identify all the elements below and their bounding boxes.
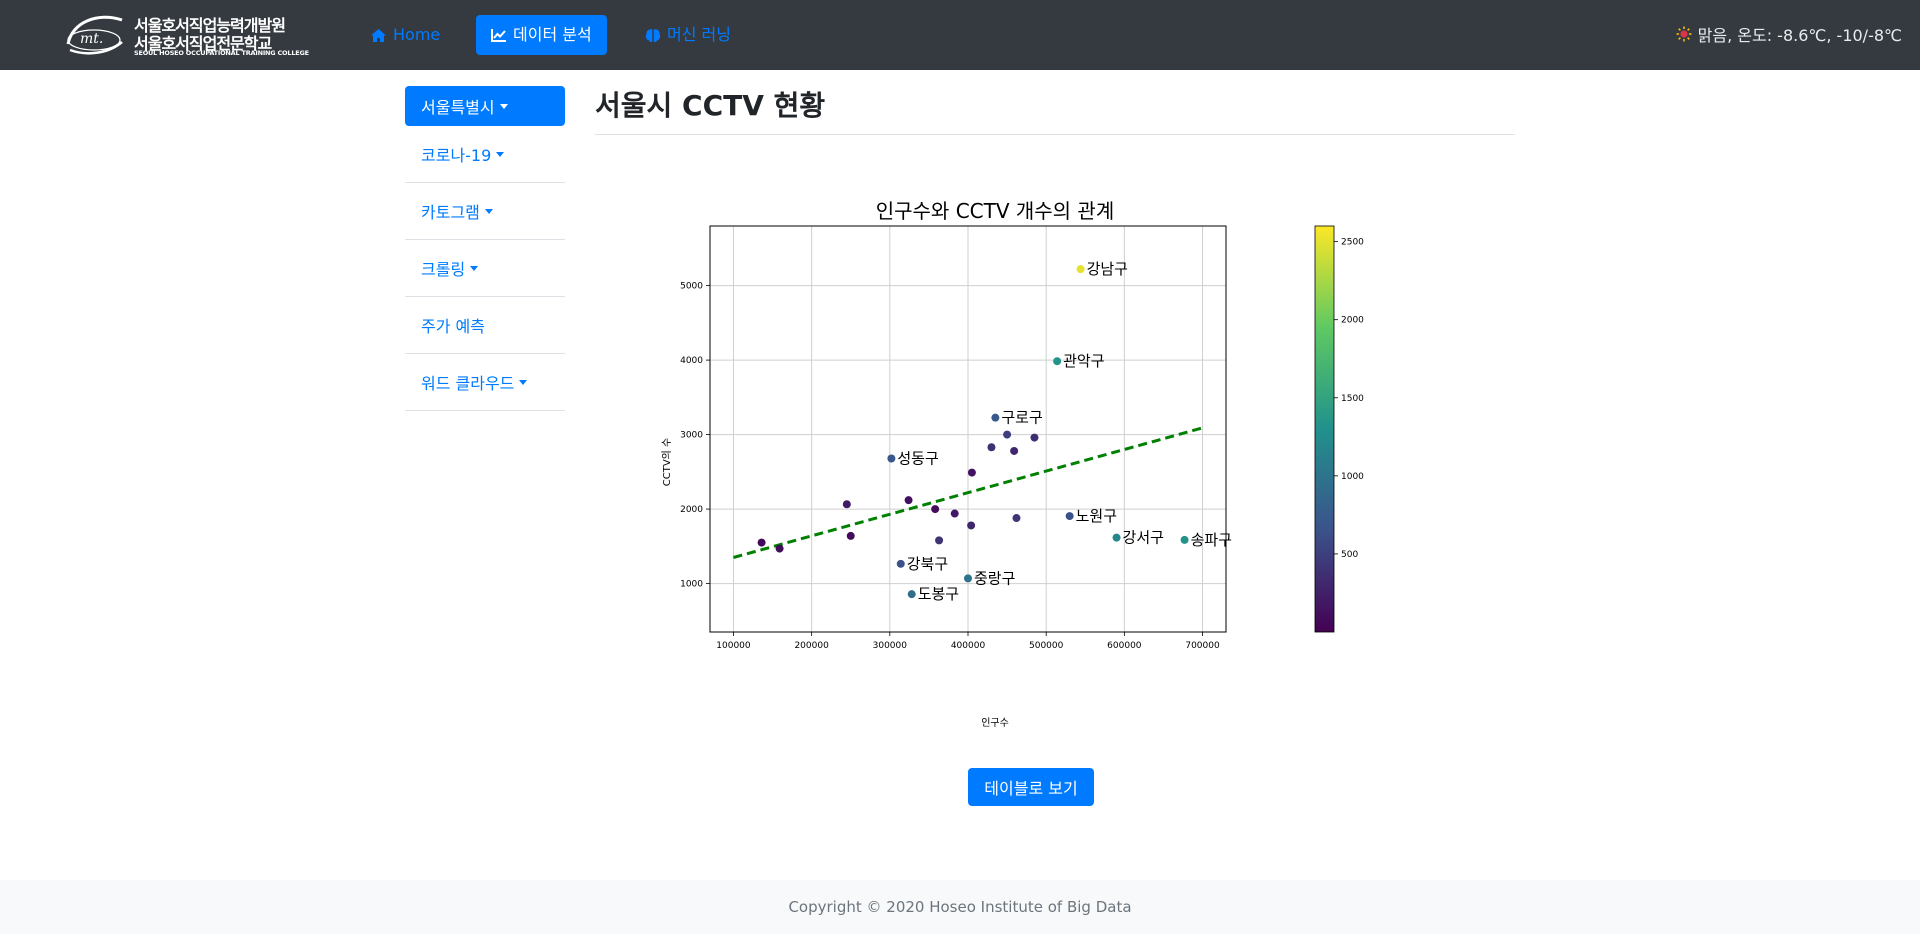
sidebar-menu: 서울특별시 코로나-19 카토그램 크롤링 주가 예측 워드 클라우드: [405, 86, 565, 411]
scatter-point: [1030, 433, 1039, 442]
point-label: 구로구: [1001, 409, 1042, 427]
top-navbar: mt. 서울호서직업능력개발원 서울호서직업전문학교 SEOUL HOSEO O…: [0, 0, 1920, 70]
y-tick-label: 1000: [680, 580, 703, 590]
colorbar-tick-label: 1000: [1341, 472, 1364, 482]
weather-text: 맑음, 온도: -8.6℃, -10/-8℃: [1697, 26, 1902, 45]
scatter-point: [967, 468, 976, 477]
scatter-point: [964, 574, 972, 583]
point-label: 강북구: [907, 555, 948, 573]
scatter-point: [950, 509, 959, 518]
x-tick-label: 500000: [1029, 641, 1064, 651]
sidebar-item-label: 서울특별시: [421, 98, 495, 117]
sidebar-item-label: 크롤링: [421, 260, 466, 279]
footer: Copyright © 2020 Hoseo Institute of Big …: [0, 880, 1920, 934]
nav-home-link[interactable]: Home: [355, 15, 455, 55]
sidebar-item-seoul[interactable]: 서울특별시: [405, 86, 565, 126]
caret-down-icon: [499, 103, 508, 109]
mt-swoosh-logo-icon: mt.: [66, 15, 123, 55]
y-tick-label: 4000: [680, 356, 703, 366]
scatter-point: [1012, 514, 1021, 523]
sidebar-item-label: 주가 예측: [421, 317, 485, 336]
point-label: 성동구: [897, 450, 938, 468]
scatter-point: [907, 590, 916, 599]
scatter-point: [904, 496, 913, 505]
page-title: 서울시 CCTV 현황: [595, 89, 826, 122]
nav-home-label: Home: [393, 25, 441, 44]
sidebar-item-stock-prediction[interactable]: 주가 예측: [405, 297, 565, 354]
footer-copyright: Copyright © 2020 Hoseo Institute of Big …: [788, 898, 1132, 916]
y-tick-label: 2000: [680, 505, 703, 515]
nav-data-analysis-link[interactable]: 데이터 분석: [476, 15, 607, 55]
sidebar-item-word-cloud[interactable]: 워드 클라우드: [405, 354, 565, 411]
chart-title: 인구수와 CCTV 개수의 관계: [876, 199, 1115, 223]
scatter-point: [935, 536, 944, 545]
sidebar-item-label: 워드 클라우드: [421, 374, 515, 393]
caret-down-icon: [496, 151, 505, 157]
x-tick-label: 300000: [873, 641, 908, 651]
scatter-point: [1180, 535, 1189, 544]
x-tick-label: 100000: [716, 641, 751, 651]
x-axis-label: 인구수: [981, 717, 1009, 729]
line-chart-icon: [491, 29, 506, 42]
title-divider: [595, 134, 1515, 135]
colorbar: [1314, 225, 1335, 633]
sidebar-item-label: 카토그램: [421, 203, 480, 222]
point-label: 도봉구: [918, 585, 959, 603]
caret-down-icon: [519, 379, 528, 385]
scatter-point: [757, 538, 766, 547]
y-axis-label: CCTV의 수: [661, 438, 673, 487]
brain-icon: [645, 28, 661, 42]
scatter-point: [1010, 446, 1019, 455]
scatter-point: [991, 413, 1000, 422]
weather-widget: 맑음, 온도: -8.6℃, -10/-8℃: [1676, 22, 1902, 46]
colorbar-tick-label: 2000: [1341, 316, 1364, 326]
point-label: 강남구: [1087, 260, 1128, 278]
brand-name-english: SEOUL HOSEO OCCUPATIONAL TRAINING COLLEG…: [134, 49, 309, 57]
sidebar-item-covid19[interactable]: 코로나-19: [405, 126, 565, 183]
scatter-point: [775, 544, 784, 553]
nav-data-analysis-label: 데이터 분석: [513, 25, 592, 44]
colorbar-tick-label: 500: [1341, 550, 1358, 560]
colorbar-tick-label: 2500: [1341, 238, 1364, 248]
view-as-table-button[interactable]: 테이블로 보기: [968, 768, 1094, 806]
svg-text:mt.: mt.: [80, 31, 103, 47]
home-icon: [371, 28, 386, 42]
point-label: 관악구: [1063, 352, 1104, 370]
scatter-point: [967, 521, 976, 530]
scatter-point: [846, 531, 855, 540]
scatter-point: [1053, 357, 1062, 366]
y-tick-label: 5000: [680, 282, 703, 292]
y-tick-label: 3000: [680, 431, 703, 441]
nav-machine-learning-label: 머신 러닝: [667, 25, 731, 44]
scatter-point: [842, 500, 851, 509]
scatter-point: [1076, 265, 1085, 274]
nav-machine-learning-link[interactable]: 머신 러닝: [630, 15, 746, 55]
point-label: 강서구: [1123, 529, 1164, 547]
x-tick-label: 400000: [951, 641, 986, 651]
scatter-point: [931, 505, 940, 514]
sidebar-item-crawling[interactable]: 크롤링: [405, 240, 565, 297]
sun-icon: [1676, 26, 1692, 42]
x-tick-label: 200000: [794, 641, 829, 651]
x-tick-label: 600000: [1107, 641, 1142, 651]
sidebar-item-label: 코로나-19: [421, 146, 492, 165]
caret-down-icon: [484, 208, 493, 214]
scatter-point: [987, 443, 996, 452]
caret-down-icon: [470, 265, 479, 271]
point-label: 송파구: [1191, 531, 1232, 549]
brand-home-link[interactable]: mt. 서울호서직업능력개발원 서울호서직업전문학교 SEOUL HOSEO O…: [64, 10, 309, 60]
cctv-scatter-chart: 100000 200000 300000 400000 500000 600000 7000…: [655, 190, 1385, 740]
scatter-point: [1112, 533, 1121, 542]
scatter-point: [1065, 512, 1074, 521]
colorbar-tick-label: 1500: [1341, 394, 1364, 404]
chart-svg: 100000 200000 300000 400000 500000 600000 7000…: [661, 199, 1364, 729]
scatter-point: [896, 559, 905, 568]
x-tick-label: 700000: [1185, 641, 1220, 651]
scatter-point: [887, 454, 896, 463]
sidebar-item-cartogram[interactable]: 카토그램: [405, 183, 565, 240]
point-label: 노원구: [1076, 507, 1117, 525]
point-label: 중랑구: [974, 569, 1015, 587]
scatter-point: [1003, 430, 1012, 439]
